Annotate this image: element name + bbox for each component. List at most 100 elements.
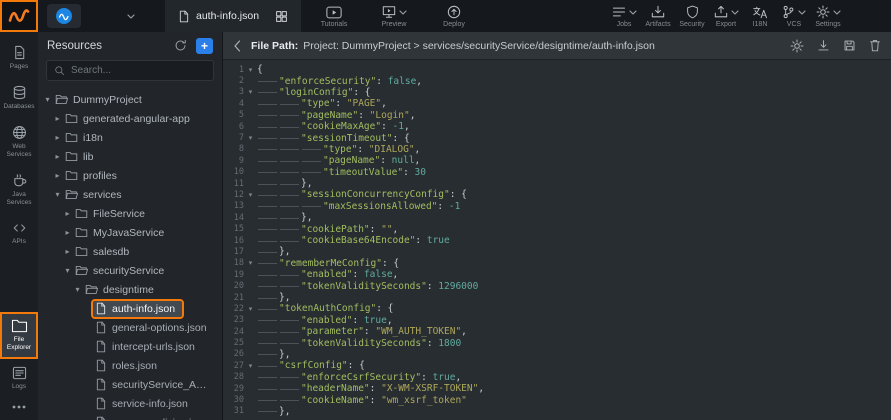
vcs-icon — [782, 5, 795, 19]
fold-marker-icon[interactable]: ▾ — [244, 362, 257, 370]
sidebar-top-group: PagesDatabasesWeb ServicesJava ServicesA… — [0, 38, 38, 253]
project-button[interactable] — [47, 4, 81, 28]
tree-file-securityService_API.json[interactable]: securityService_API.json — [38, 375, 222, 394]
tree-folder-i18n[interactable]: ▸i18n — [38, 128, 222, 147]
project-menu-chevron-icon[interactable] — [127, 14, 135, 19]
search-input[interactable] — [71, 65, 206, 76]
tree-item-label: lib — [83, 151, 94, 163]
chevron-down-icon[interactable]: ▾ — [72, 285, 83, 294]
line-number: 14 — [223, 213, 244, 223]
fold-marker-icon[interactable]: ▾ — [244, 134, 257, 142]
code-line-22: 22▾"tokenAuthConfig": { — [223, 303, 891, 314]
code-editor[interactable]: 1▾{2"enforceSecurity": false,3▾"loginCon… — [223, 60, 891, 420]
tree-file-intercept-urls.json[interactable]: intercept-urls.json — [38, 337, 222, 356]
topbar-export-button[interactable]: Export — [709, 0, 743, 32]
add-resource-button[interactable]: + — [196, 38, 213, 54]
topbar-deploy-button[interactable]: Deploy — [437, 0, 471, 32]
grid-icon[interactable] — [275, 10, 288, 23]
indent-guide — [257, 281, 279, 291]
fold-marker-icon[interactable]: ▾ — [244, 305, 257, 313]
sidebar-item-databases[interactable]: Databases — [0, 78, 38, 118]
code-line-23: 23"enabled": true, — [223, 315, 891, 326]
chevron-down-icon[interactable]: ▾ — [62, 266, 73, 275]
tree-folder-DummyProject[interactable]: ▾DummyProject — [38, 90, 222, 109]
indent-guide — [279, 99, 301, 109]
chevron-right-icon[interactable]: ▸ — [52, 171, 63, 180]
sidebar-item-web-services[interactable]: Web Services — [0, 118, 38, 166]
topbar-actions: Tutorials Preview Deploy — [317, 0, 471, 32]
topbar-artifacts-button[interactable]: Artifacts — [641, 0, 675, 32]
topbar-security-button[interactable]: Security — [675, 0, 709, 32]
chevron-right-icon[interactable]: ▸ — [52, 114, 63, 123]
chevron-right-icon[interactable]: ▸ — [52, 152, 63, 161]
tab-auth-info-json[interactable]: auth-info.json — [178, 10, 259, 23]
editor-settings-icon[interactable] — [790, 39, 804, 53]
tree-item-label: profiles — [83, 170, 117, 182]
tree-folder-designtime[interactable]: ▾designtime — [38, 280, 222, 299]
indent-guide — [257, 190, 279, 200]
topbar-settings-button[interactable]: Settings — [811, 0, 845, 32]
tree-folder-profiles[interactable]: ▸ profiles — [38, 166, 222, 185]
chevron-down-icon[interactable]: ▾ — [52, 190, 63, 199]
tree-file-service-info.json[interactable]: service-info.json — [38, 394, 222, 413]
indent-guide — [257, 258, 279, 268]
java-services-icon — [12, 173, 27, 188]
tab-label: auth-info.json — [196, 10, 259, 22]
code-text: "tokenValiditySeconds": 1296000 — [257, 281, 478, 292]
sidebar-item-apis[interactable]: APIs — [0, 214, 38, 253]
chevron-down-icon — [798, 10, 806, 15]
chevron-right-icon[interactable]: ▸ — [62, 247, 73, 256]
tree-item-label: intercept-urls.json — [112, 341, 195, 353]
tree-file-roles.json[interactable]: roles.json — [38, 356, 222, 375]
tree-file-general-options.json[interactable]: general-options.json — [38, 318, 222, 337]
sidebar-item-file-explorer[interactable]: File Explorer — [0, 312, 38, 359]
sidebar-item-java-services[interactable]: Java Services — [0, 166, 38, 214]
wavemaker-logo-button[interactable] — [0, 0, 38, 32]
topbar-jobs-button[interactable]: Jobs — [607, 0, 641, 32]
folder-icon — [65, 151, 78, 162]
line-number: 18 — [223, 258, 244, 268]
tree-folder-MyJavaService[interactable]: ▸MyJavaService — [38, 223, 222, 242]
fold-marker-icon[interactable]: ▾ — [244, 88, 257, 96]
tree-folder-securityService[interactable]: ▾securityService — [38, 261, 222, 280]
topbar-tutorials-button[interactable]: Tutorials — [317, 0, 351, 32]
sidebar-item-more[interactable] — [0, 398, 38, 416]
delete-file-icon[interactable] — [869, 39, 881, 52]
code-line-26: 26}, — [223, 349, 891, 360]
save-file-icon[interactable] — [843, 39, 856, 52]
topbar-item-label: Security — [679, 21, 704, 28]
tree-folder-generated-angular-app[interactable]: ▸generated-angular-app — [38, 109, 222, 128]
topbar-i18n-button[interactable]: I18N — [743, 0, 777, 32]
line-number: 27 — [223, 361, 244, 371]
chevron-down-icon[interactable]: ▾ — [42, 95, 53, 104]
jobs-icon — [612, 6, 626, 18]
folder-icon — [75, 208, 88, 219]
topbar-item-label: Settings — [815, 21, 840, 28]
tree-folder-FileService[interactable]: ▸FileService — [38, 204, 222, 223]
file-icon — [95, 359, 107, 372]
fold-marker-icon[interactable]: ▾ — [244, 66, 257, 74]
chevron-right-icon[interactable]: ▸ — [62, 228, 73, 237]
line-number: 22 — [223, 304, 244, 314]
indent-guide — [279, 179, 301, 189]
topbar-vcs-button[interactable]: VCS — [777, 0, 811, 32]
folder-open-icon — [65, 189, 78, 200]
app-root: auth-info.json Tutorials Preview Deploy Jo… — [0, 0, 891, 420]
line-number: 29 — [223, 384, 244, 394]
sidebar-item-logs[interactable]: Logs — [0, 359, 38, 398]
tree-file-auth-info.json[interactable]: auth-info.json — [38, 299, 222, 318]
wavemaker-logo-icon — [7, 5, 31, 27]
sidebar-item-pages[interactable]: Pages — [0, 38, 38, 78]
collapse-panel-icon[interactable] — [233, 40, 241, 52]
topbar-preview-button[interactable]: Preview — [377, 0, 411, 32]
fold-marker-icon[interactable]: ▾ — [244, 259, 257, 267]
tree-folder-salesdb[interactable]: ▸salesdb — [38, 242, 222, 261]
refresh-icon[interactable] — [174, 39, 187, 52]
tree-file-wm-xss-policies.json[interactable]: wm-xss-policies.json — [38, 413, 222, 420]
fold-marker-icon[interactable]: ▾ — [244, 191, 257, 199]
tree-folder-services[interactable]: ▾services — [38, 185, 222, 204]
download-file-icon[interactable] — [817, 39, 830, 52]
chevron-right-icon[interactable]: ▸ — [62, 209, 73, 218]
chevron-right-icon[interactable]: ▸ — [52, 133, 63, 142]
tree-folder-lib[interactable]: ▸ lib — [38, 147, 222, 166]
